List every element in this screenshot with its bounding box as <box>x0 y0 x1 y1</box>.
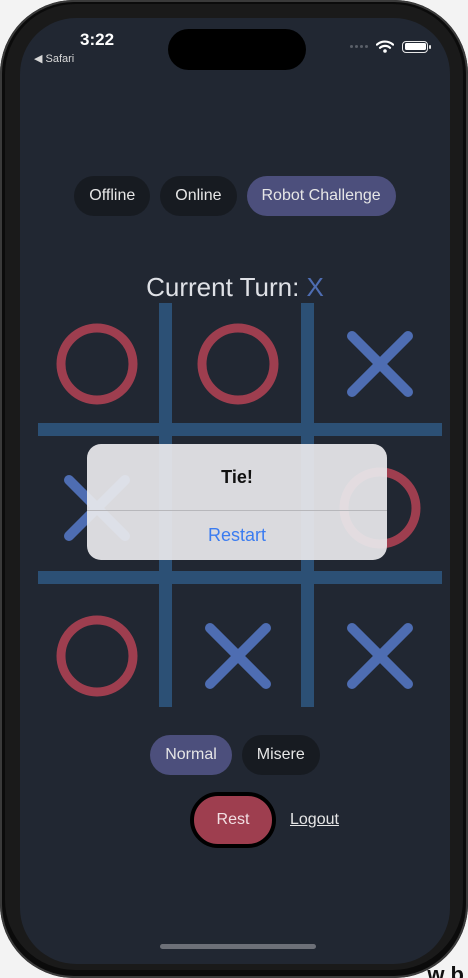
action-button <box>0 170 2 202</box>
volume-down-button <box>0 302 2 362</box>
offline-mode-button[interactable]: Offline <box>74 176 151 216</box>
phone-frame: 3:22 ◀ Safari Offline Online Robot Chall… <box>0 0 468 978</box>
normal-variant-button[interactable]: Normal <box>150 735 232 775</box>
restart-button[interactable]: Restart <box>87 511 387 560</box>
status-icons <box>350 40 431 53</box>
o-mark-icon <box>197 323 279 405</box>
x-mark-icon <box>347 331 413 397</box>
volume-up-button <box>0 230 2 290</box>
app-screen: 3:22 ◀ Safari Offline Online Robot Chall… <box>20 18 450 964</box>
robot-challenge-mode-button[interactable]: Robot Challenge <box>246 176 396 216</box>
tie-alert-dialog: Tie! Restart <box>87 444 387 560</box>
reset-button[interactable]: Rest <box>190 792 276 848</box>
board-cell-7[interactable] <box>38 597 156 715</box>
wifi-icon <box>376 40 394 53</box>
current-turn-player: X <box>306 272 324 302</box>
misere-variant-button[interactable]: Misere <box>241 735 320 775</box>
dynamic-island <box>168 29 306 70</box>
battery-icon <box>402 40 431 53</box>
online-mode-button[interactable]: Online <box>160 176 237 216</box>
home-indicator[interactable] <box>160 944 316 949</box>
board-cell-8[interactable] <box>179 597 297 715</box>
bottom-actions: Rest Logout <box>190 792 339 848</box>
o-mark-icon <box>56 615 138 697</box>
x-mark-icon <box>347 623 413 689</box>
mode-tabs: Offline Online Robot Challenge <box>20 176 450 216</box>
cellular-signal-icon <box>350 45 368 48</box>
o-mark-icon <box>56 323 138 405</box>
board-cell-9[interactable] <box>321 597 439 715</box>
x-mark-icon <box>205 623 271 689</box>
board-cell-3[interactable] <box>321 305 439 423</box>
board-cell-1[interactable] <box>38 305 156 423</box>
current-turn-label: Current Turn: <box>146 272 300 302</box>
back-to-safari-link[interactable]: ◀ Safari <box>34 52 74 65</box>
status-time: 3:22 <box>80 30 115 49</box>
board-cell-2[interactable] <box>179 305 297 423</box>
grid-line-horizontal-2 <box>38 571 442 584</box>
grid-line-horizontal-1 <box>38 423 442 436</box>
current-turn-indicator: Current Turn: X <box>20 272 450 303</box>
variant-tabs: Normal Misere <box>20 735 450 775</box>
logout-link[interactable]: Logout <box>290 811 339 829</box>
dialog-title: Tie! <box>221 466 253 487</box>
